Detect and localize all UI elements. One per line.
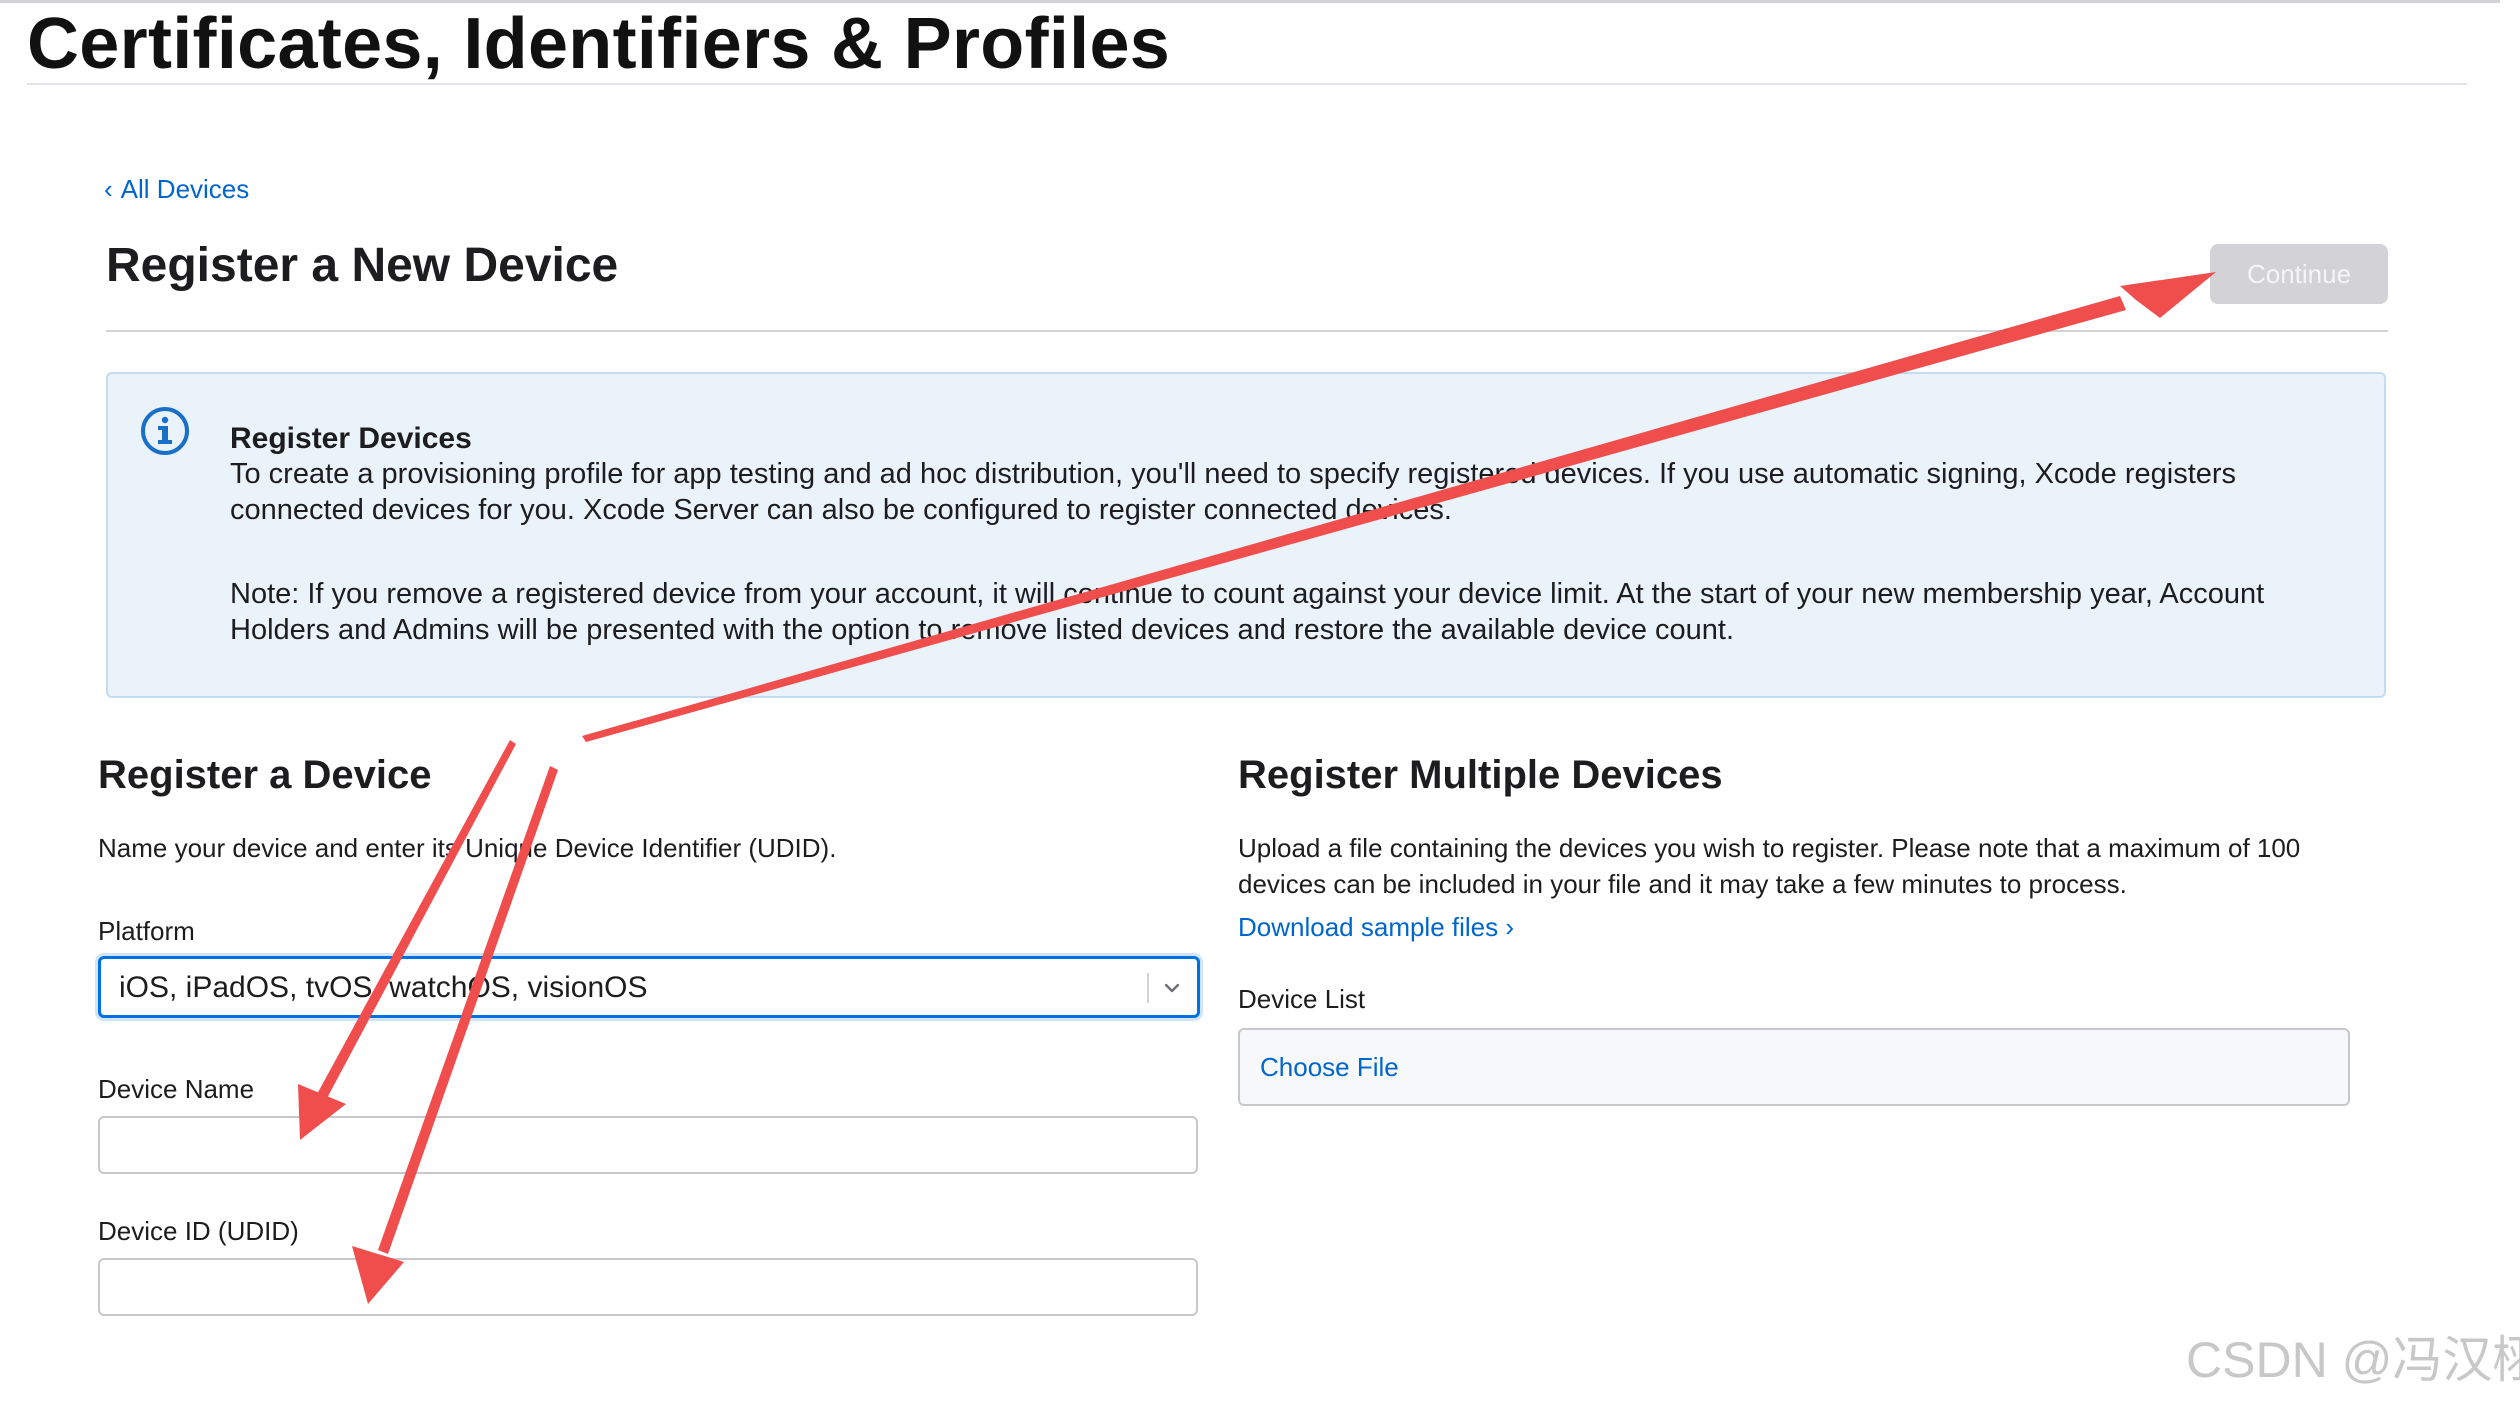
register-device-title: Register a Device [98,753,432,797]
register-device-description: Name your device and enter its Unique De… [98,833,837,863]
page-title: Register a New Device [106,239,619,292]
info-circle-icon [141,407,189,455]
title-divider [27,83,2467,85]
device-name-label: Device Name [98,1074,255,1104]
platform-label: Platform [98,916,195,946]
device-name-input[interactable] [98,1116,1198,1174]
annotation-arrows [298,272,2216,1304]
register-multiple-title: Register Multiple Devices [1238,753,1723,797]
device-list-label: Device List [1238,984,1366,1014]
device-list-file-input[interactable]: Choose File [1238,1028,2350,1106]
continue-button[interactable]: Continue [2210,244,2388,304]
device-id-input[interactable] [98,1258,1198,1316]
info-title: Register Devices [230,422,472,455]
site-title: Certificates, Identifiers & Profiles [27,4,1171,84]
platform-selected-value: iOS, iPadOS, tvOS, watchOS, visionOS [119,971,648,1004]
header-divider [106,330,2388,332]
register-multiple-description: Upload a file containing the devices you… [1238,833,2301,899]
arrowhead-continue [2120,272,2216,318]
info-paragraph-2: Note: If you remove a registered device … [230,578,2265,646]
all-devices-label: All Devices [120,174,250,204]
info-paragraph-1: To create a provisioning profile for app… [230,458,2237,526]
watermark: CSDN @冯汉栩 [2186,1332,2520,1388]
select-separator [1147,973,1149,1003]
device-id-label: Device ID (UDID) [98,1216,299,1246]
all-devices-link[interactable]: ‹ All Devices [104,172,249,206]
chevron-down-icon [1164,983,1180,993]
info-panel: Register Devices To create a provisionin… [106,372,2386,698]
download-sample-files-link[interactable]: Download sample files › [1238,910,1514,944]
platform-select[interactable]: iOS, iPadOS, tvOS, watchOS, visionOS [98,956,1200,1018]
choose-file-button[interactable]: Choose File [1260,1050,1399,1084]
chevron-left-icon: ‹ [104,174,113,204]
